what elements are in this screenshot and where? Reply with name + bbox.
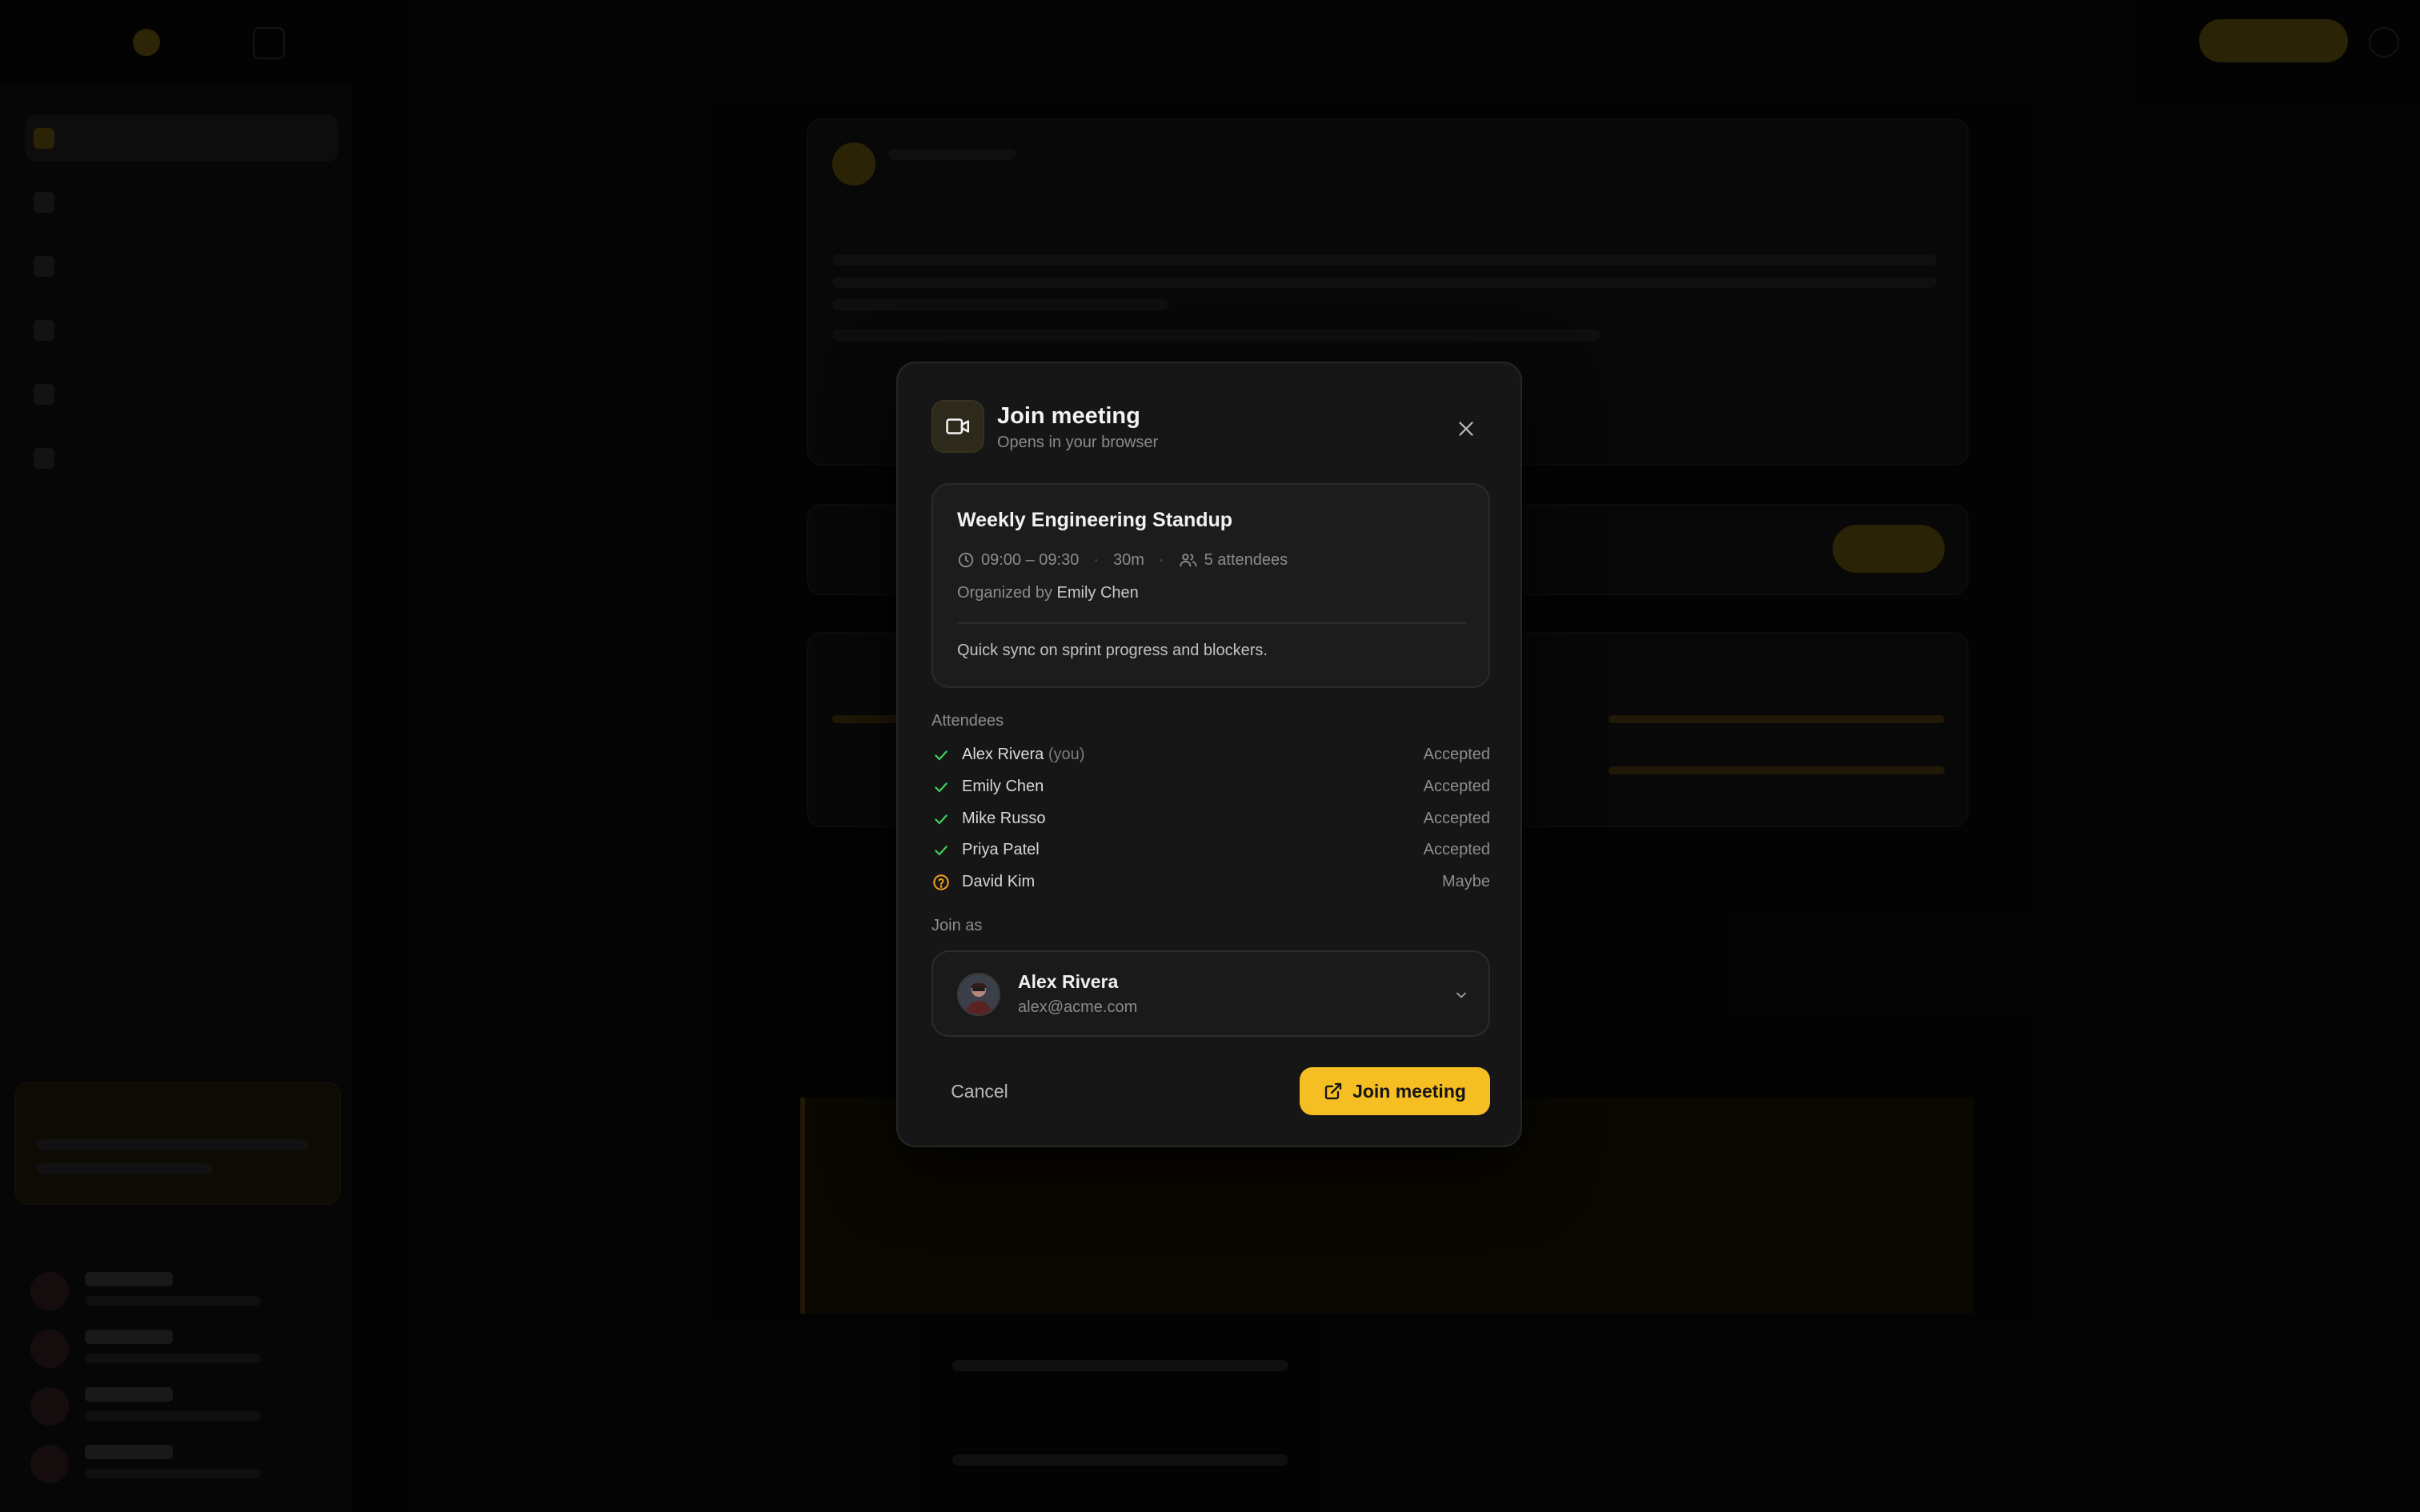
- join-meeting-button[interactable]: Join meeting: [1300, 1067, 1490, 1115]
- check-icon: [932, 746, 951, 765]
- attendee-name: Alex Rivera (you): [962, 746, 1084, 764]
- event-meta: 09:00 – 09:30 · 30m · 5 attendees: [957, 549, 1288, 571]
- join-meeting-dialog: Join meeting Opens in your browser Weekl…: [896, 362, 1522, 1147]
- event-time: 09:00 – 09:30: [981, 550, 1080, 569]
- dialog-title: Join meeting: [997, 403, 1140, 429]
- attendee-count: 5 attendees: [1204, 550, 1288, 569]
- separator-dot: ·: [1158, 550, 1164, 569]
- chevron-down-icon: [1452, 986, 1471, 1005]
- attendee-status: Maybe: [1441, 873, 1490, 890]
- attendee-row: Emily Chen Accepted: [932, 773, 1490, 800]
- attendee-name: Priya Patel: [962, 841, 1040, 858]
- join-as-select[interactable]: Alex Rivera alex@acme.com: [932, 950, 1490, 1037]
- attendees-label: Attendees: [932, 712, 1004, 730]
- attendee-name: Mike Russo: [962, 810, 1046, 827]
- separator-dot: ·: [1093, 550, 1100, 569]
- external-link-icon: [1324, 1082, 1342, 1100]
- event-card: Weekly Engineering Standup 09:00 – 09:30…: [932, 483, 1490, 688]
- video-camera-icon: [932, 400, 984, 453]
- you-label: (you): [1048, 746, 1085, 763]
- dialog-subtitle: Opens in your browser: [997, 434, 1159, 451]
- cancel-button[interactable]: Cancel: [932, 1067, 1028, 1115]
- attendee-row: Priya Patel Accepted: [932, 836, 1490, 863]
- attendee-status: Accepted: [1423, 841, 1490, 858]
- question-circle-icon: [932, 873, 951, 892]
- event-description: Quick sync on sprint progress and blocke…: [957, 642, 1268, 659]
- join-as-email: alex@acme.com: [1018, 998, 1138, 1016]
- join-as-label: Join as: [932, 917, 983, 934]
- users-icon: [1180, 554, 1196, 567]
- organizer-label: Organized by: [957, 584, 1052, 602]
- attendee-name-text: Alex Rivera: [962, 746, 1044, 763]
- event-duration: 30m: [1113, 550, 1144, 569]
- check-icon: [932, 841, 951, 860]
- close-icon: [1459, 422, 1473, 436]
- join-meeting-label: Join meeting: [1352, 1080, 1466, 1102]
- check-icon: [932, 778, 951, 797]
- attendee-status: Accepted: [1423, 746, 1490, 763]
- check-icon: [932, 810, 951, 829]
- attendee-name: David Kim: [962, 873, 1036, 890]
- close-button[interactable]: [1450, 413, 1482, 445]
- attendee-row: Alex Rivera (you) Accepted: [932, 741, 1490, 768]
- attendee-status: Accepted: [1423, 810, 1490, 827]
- organizer-line: Organized by Emily Chen: [957, 584, 1139, 602]
- attendee-name: Emily Chen: [962, 778, 1044, 795]
- divider: [957, 622, 1466, 624]
- attendee-row: David Kim Maybe: [932, 868, 1490, 895]
- attendee-row: Mike Russo Accepted: [932, 805, 1490, 832]
- event-title: Weekly Engineering Standup: [957, 509, 1233, 531]
- avatar: [957, 973, 1000, 1016]
- join-as-name: Alex Rivera: [1018, 971, 1119, 992]
- attendee-status: Accepted: [1423, 778, 1490, 795]
- clock-icon: [958, 552, 974, 568]
- organizer-name: Emily Chen: [1056, 584, 1139, 602]
